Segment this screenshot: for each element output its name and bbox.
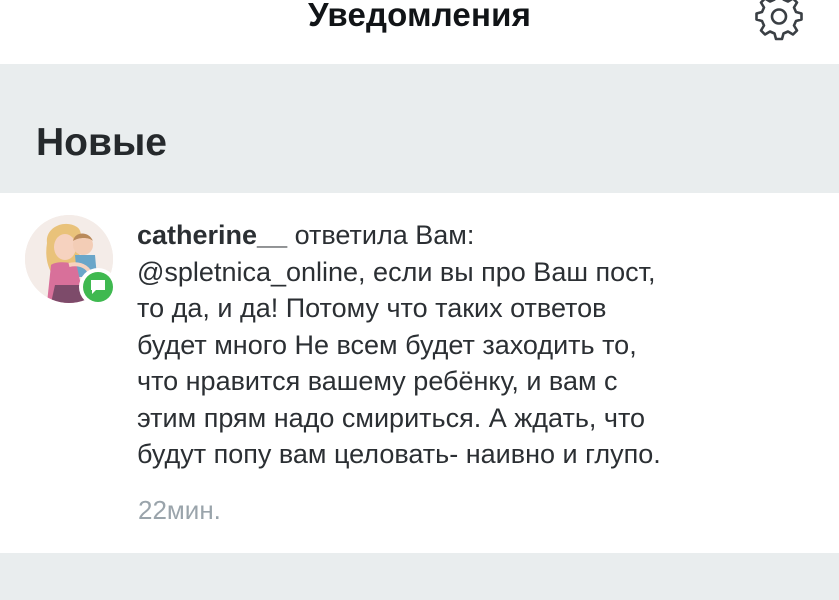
message-line: будут попу вам целовать- наивно и глупо. <box>137 439 661 469</box>
notification-header-line: catherine__ ответила Вам: <box>137 217 827 254</box>
message-line: @spletnica_online, если вы про Ваш пост, <box>137 256 656 287</box>
comment-badge <box>79 268 117 306</box>
top-bar: Уведомления <box>0 0 839 64</box>
message-line: будет много Не всем будет заходить то, <box>137 329 637 360</box>
avatar[interactable] <box>25 215 117 306</box>
username-link[interactable]: catherine__ <box>137 220 287 250</box>
message-line: то да, и да! Потому что таких ответов <box>137 293 607 323</box>
page-title: Уведомления <box>307 0 532 33</box>
section-title: Новые <box>36 121 167 164</box>
notification-action: ответила Вам: <box>287 220 475 250</box>
notification-text: catherine__ ответила Вам: @spletnica_onl… <box>137 217 827 473</box>
list-divider <box>0 553 839 600</box>
section-header-new: Новые <box>0 64 839 193</box>
gear-icon[interactable] <box>752 0 806 44</box>
message-line: что нравится вашему ребёнку, и вам с <box>137 366 618 396</box>
message-line: этим прям надо смириться. А ждать, что <box>137 402 646 433</box>
notification-item[interactable]: catherine__ ответила Вам: @spletnica_onl… <box>0 193 839 553</box>
timestamp: 22мин. <box>138 495 221 525</box>
comment-glyph <box>91 280 105 294</box>
